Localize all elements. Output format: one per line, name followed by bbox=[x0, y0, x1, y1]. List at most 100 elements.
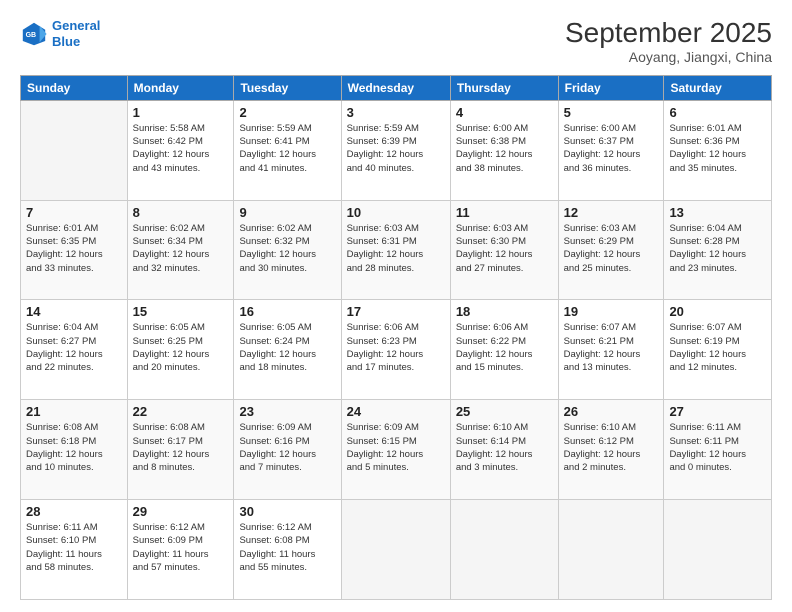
day-cell: 13 Sunrise: 6:04 AM Sunset: 6:28 PM Dayli… bbox=[664, 200, 772, 300]
week-row-4: 21 Sunrise: 6:08 AM Sunset: 6:18 PM Dayli… bbox=[21, 400, 772, 500]
day-number: 9 bbox=[239, 205, 335, 220]
day-info: Sunrise: 6:10 AM Sunset: 6:12 PM Dayligh… bbox=[564, 421, 659, 474]
day-info: Sunrise: 6:03 AM Sunset: 6:30 PM Dayligh… bbox=[456, 222, 553, 275]
day-info: Sunrise: 5:59 AM Sunset: 6:41 PM Dayligh… bbox=[239, 122, 335, 175]
day-number: 16 bbox=[239, 304, 335, 319]
day-cell: 10 Sunrise: 6:03 AM Sunset: 6:31 PM Dayli… bbox=[341, 200, 450, 300]
day-number: 24 bbox=[347, 404, 445, 419]
day-info: Sunrise: 6:02 AM Sunset: 6:32 PM Dayligh… bbox=[239, 222, 335, 275]
day-cell: 24 Sunrise: 6:09 AM Sunset: 6:15 PM Dayli… bbox=[341, 400, 450, 500]
logo-text: General Blue bbox=[52, 18, 100, 49]
day-info: Sunrise: 6:03 AM Sunset: 6:31 PM Dayligh… bbox=[347, 222, 445, 275]
title-block: September 2025 Aoyang, Jiangxi, China bbox=[565, 18, 772, 65]
day-info: Sunrise: 6:07 AM Sunset: 6:21 PM Dayligh… bbox=[564, 321, 659, 374]
weekday-header-saturday: Saturday bbox=[664, 75, 772, 100]
day-cell: 16 Sunrise: 6:05 AM Sunset: 6:24 PM Dayli… bbox=[234, 300, 341, 400]
svg-text:GB: GB bbox=[26, 31, 36, 38]
week-row-2: 7Sunrise: 6:01 AM Sunset: 6:35 PM Daylig… bbox=[21, 200, 772, 300]
day-number: 8 bbox=[133, 205, 229, 220]
day-number: 28 bbox=[26, 504, 122, 519]
day-cell: 2Sunrise: 5:59 AM Sunset: 6:41 PM Daylig… bbox=[234, 100, 341, 200]
day-number: 21 bbox=[26, 404, 122, 419]
weekday-header-thursday: Thursday bbox=[450, 75, 558, 100]
day-info: Sunrise: 6:11 AM Sunset: 6:11 PM Dayligh… bbox=[669, 421, 766, 474]
day-cell: 7Sunrise: 6:01 AM Sunset: 6:35 PM Daylig… bbox=[21, 200, 128, 300]
day-cell: 20Sunrise: 6:07 AM Sunset: 6:19 PM Dayli… bbox=[664, 300, 772, 400]
day-info: Sunrise: 6:05 AM Sunset: 6:24 PM Dayligh… bbox=[239, 321, 335, 374]
day-number: 15 bbox=[133, 304, 229, 319]
day-cell: 6 Sunrise: 6:01 AM Sunset: 6:36 PM Daylig… bbox=[664, 100, 772, 200]
week-row-1: 1Sunrise: 5:58 AM Sunset: 6:42 PM Daylig… bbox=[21, 100, 772, 200]
month-title: September 2025 bbox=[565, 18, 772, 49]
day-info: Sunrise: 6:00 AM Sunset: 6:38 PM Dayligh… bbox=[456, 122, 553, 175]
day-info: Sunrise: 6:07 AM Sunset: 6:19 PM Dayligh… bbox=[669, 321, 766, 374]
day-number: 22 bbox=[133, 404, 229, 419]
day-cell bbox=[450, 500, 558, 600]
day-number: 23 bbox=[239, 404, 335, 419]
day-cell: 27Sunrise: 6:11 AM Sunset: 6:11 PM Dayli… bbox=[664, 400, 772, 500]
day-info: Sunrise: 6:04 AM Sunset: 6:28 PM Dayligh… bbox=[669, 222, 766, 275]
day-number: 6 bbox=[669, 105, 766, 120]
weekday-header-friday: Friday bbox=[558, 75, 664, 100]
day-info: Sunrise: 6:09 AM Sunset: 6:16 PM Dayligh… bbox=[239, 421, 335, 474]
day-info: Sunrise: 6:12 AM Sunset: 6:08 PM Dayligh… bbox=[239, 521, 335, 574]
page: GB General Blue September 2025 Aoyang, J… bbox=[0, 0, 792, 612]
day-cell: 12 Sunrise: 6:03 AM Sunset: 6:29 PM Dayli… bbox=[558, 200, 664, 300]
day-number: 14 bbox=[26, 304, 122, 319]
day-cell: 19 Sunrise: 6:07 AM Sunset: 6:21 PM Dayli… bbox=[558, 300, 664, 400]
day-info: Sunrise: 6:08 AM Sunset: 6:17 PM Dayligh… bbox=[133, 421, 229, 474]
day-number: 29 bbox=[133, 504, 229, 519]
day-cell: 29 Sunrise: 6:12 AM Sunset: 6:09 PM Dayli… bbox=[127, 500, 234, 600]
day-cell: 8 Sunrise: 6:02 AM Sunset: 6:34 PM Daylig… bbox=[127, 200, 234, 300]
day-cell: 30Sunrise: 6:12 AM Sunset: 6:08 PM Dayli… bbox=[234, 500, 341, 600]
day-cell: 23 Sunrise: 6:09 AM Sunset: 6:16 PM Dayli… bbox=[234, 400, 341, 500]
day-info: Sunrise: 6:06 AM Sunset: 6:23 PM Dayligh… bbox=[347, 321, 445, 374]
day-number: 10 bbox=[347, 205, 445, 220]
day-cell: 25Sunrise: 6:10 AM Sunset: 6:14 PM Dayli… bbox=[450, 400, 558, 500]
day-info: Sunrise: 5:59 AM Sunset: 6:39 PM Dayligh… bbox=[347, 122, 445, 175]
day-info: Sunrise: 6:06 AM Sunset: 6:22 PM Dayligh… bbox=[456, 321, 553, 374]
day-cell bbox=[558, 500, 664, 600]
weekday-header-wednesday: Wednesday bbox=[341, 75, 450, 100]
day-info: Sunrise: 6:01 AM Sunset: 6:36 PM Dayligh… bbox=[669, 122, 766, 175]
week-row-3: 14 Sunrise: 6:04 AM Sunset: 6:27 PM Dayli… bbox=[21, 300, 772, 400]
logo: GB General Blue bbox=[20, 18, 100, 49]
day-number: 11 bbox=[456, 205, 553, 220]
day-cell: 28Sunrise: 6:11 AM Sunset: 6:10 PM Dayli… bbox=[21, 500, 128, 600]
day-cell: 21 Sunrise: 6:08 AM Sunset: 6:18 PM Dayli… bbox=[21, 400, 128, 500]
day-cell: 14 Sunrise: 6:04 AM Sunset: 6:27 PM Dayli… bbox=[21, 300, 128, 400]
day-cell: 11 Sunrise: 6:03 AM Sunset: 6:30 PM Dayli… bbox=[450, 200, 558, 300]
day-cell: 3Sunrise: 5:59 AM Sunset: 6:39 PM Daylig… bbox=[341, 100, 450, 200]
day-info: Sunrise: 6:04 AM Sunset: 6:27 PM Dayligh… bbox=[26, 321, 122, 374]
weekday-header-sunday: Sunday bbox=[21, 75, 128, 100]
day-info: Sunrise: 6:03 AM Sunset: 6:29 PM Dayligh… bbox=[564, 222, 659, 275]
day-number: 18 bbox=[456, 304, 553, 319]
header: GB General Blue September 2025 Aoyang, J… bbox=[20, 18, 772, 65]
day-cell: 17 Sunrise: 6:06 AM Sunset: 6:23 PM Dayli… bbox=[341, 300, 450, 400]
day-info: Sunrise: 6:08 AM Sunset: 6:18 PM Dayligh… bbox=[26, 421, 122, 474]
weekday-header-tuesday: Tuesday bbox=[234, 75, 341, 100]
day-number: 7 bbox=[26, 205, 122, 220]
day-number: 26 bbox=[564, 404, 659, 419]
day-info: Sunrise: 6:12 AM Sunset: 6:09 PM Dayligh… bbox=[133, 521, 229, 574]
day-cell bbox=[664, 500, 772, 600]
day-number: 17 bbox=[347, 304, 445, 319]
day-number: 12 bbox=[564, 205, 659, 220]
day-cell: 26 Sunrise: 6:10 AM Sunset: 6:12 PM Dayli… bbox=[558, 400, 664, 500]
logo-icon: GB bbox=[20, 20, 48, 48]
day-cell bbox=[21, 100, 128, 200]
weekday-header-row: SundayMondayTuesdayWednesdayThursdayFrid… bbox=[21, 75, 772, 100]
day-number: 5 bbox=[564, 105, 659, 120]
day-cell: 18 Sunrise: 6:06 AM Sunset: 6:22 PM Dayli… bbox=[450, 300, 558, 400]
day-number: 13 bbox=[669, 205, 766, 220]
day-info: Sunrise: 6:02 AM Sunset: 6:34 PM Dayligh… bbox=[133, 222, 229, 275]
day-info: Sunrise: 5:58 AM Sunset: 6:42 PM Dayligh… bbox=[133, 122, 229, 175]
day-info: Sunrise: 6:09 AM Sunset: 6:15 PM Dayligh… bbox=[347, 421, 445, 474]
calendar-table: SundayMondayTuesdayWednesdayThursdayFrid… bbox=[20, 75, 772, 600]
day-cell bbox=[341, 500, 450, 600]
day-number: 19 bbox=[564, 304, 659, 319]
day-info: Sunrise: 6:10 AM Sunset: 6:14 PM Dayligh… bbox=[456, 421, 553, 474]
day-cell: 4Sunrise: 6:00 AM Sunset: 6:38 PM Daylig… bbox=[450, 100, 558, 200]
day-info: Sunrise: 6:00 AM Sunset: 6:37 PM Dayligh… bbox=[564, 122, 659, 175]
day-cell: 22 Sunrise: 6:08 AM Sunset: 6:17 PM Dayli… bbox=[127, 400, 234, 500]
